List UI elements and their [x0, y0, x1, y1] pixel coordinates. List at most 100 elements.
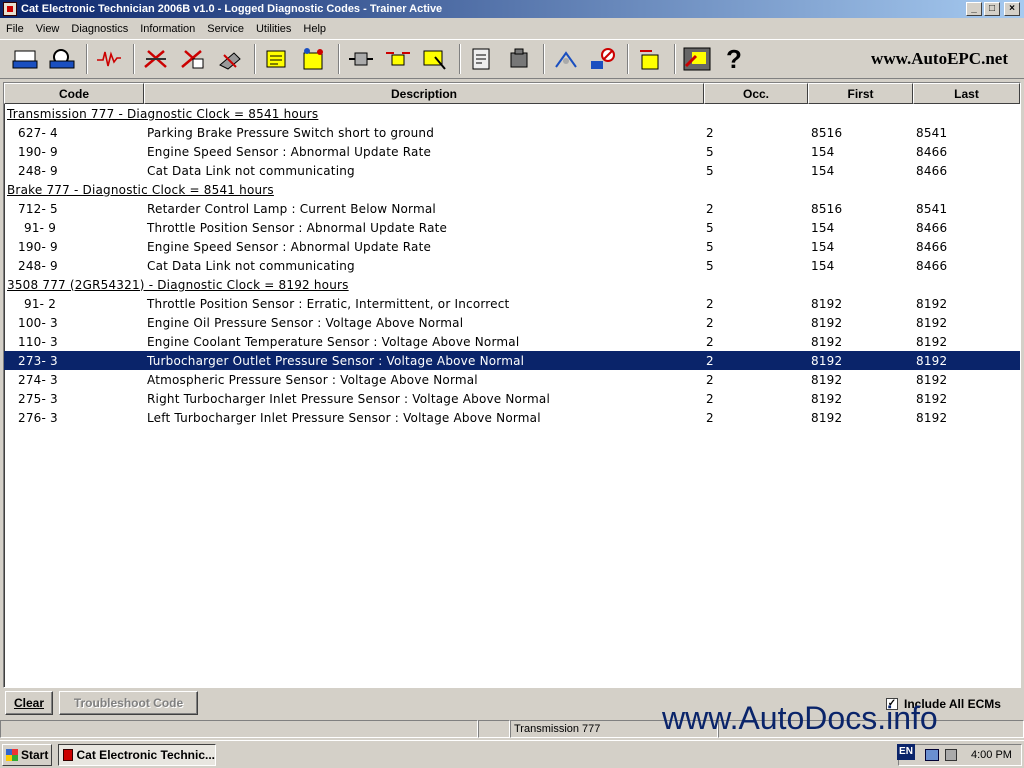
toolbar-separator: [627, 44, 629, 74]
diagnostic-tests-icon[interactable]: [344, 43, 378, 75]
watermark-text: www.AutoDocs.info: [662, 700, 938, 736]
occ-cell: 2: [706, 353, 714, 368]
task-label: Cat Electronic Technic...: [76, 747, 215, 762]
table-row[interactable]: 248- 9 Cat Data Link not communicating 5 15…: [4, 256, 1020, 275]
active-codes-icon[interactable]: [139, 43, 173, 75]
wiring-icon[interactable]: [549, 43, 583, 75]
status-pane-1: [0, 720, 478, 738]
description-cell: Right Turbocharger Inlet Pressure Sensor…: [147, 391, 550, 406]
table-row[interactable]: 100- 3 Engine Oil Pressure Sensor : Volta…: [4, 313, 1020, 332]
table-row[interactable]: 276- 3 Left Turbocharger Inlet Pressure S…: [4, 408, 1020, 427]
group-header: Brake 777 - Diagnostic Clock = 8541 hour…: [7, 182, 274, 197]
code-cell: 248- 9: [18, 258, 58, 273]
menu-view[interactable]: View: [30, 23, 66, 35]
override-icon[interactable]: [381, 43, 415, 75]
connect-icon[interactable]: [8, 43, 42, 75]
table-row[interactable]: 190- 9 Engine Speed Sensor : Abnormal Upd…: [4, 142, 1020, 161]
last-cell: 8466: [916, 220, 948, 235]
description-cell: Throttle Position Sensor : Abnormal Upda…: [147, 220, 448, 235]
toolbar: ? www.AutoEPC.net: [0, 39, 1024, 79]
first-cell: 8516: [811, 125, 843, 140]
first-cell: 8192: [811, 296, 843, 311]
first-cell: 154: [811, 163, 835, 178]
data-link-icon[interactable]: [633, 43, 667, 75]
table-row[interactable]: 91- 2 Throttle Position Sensor : Erratic,…: [4, 294, 1020, 313]
flash-icon[interactable]: [297, 43, 331, 75]
brand-text: www.AutoEPC.net: [871, 49, 1008, 68]
clear-button[interactable]: Clear: [5, 691, 53, 715]
header-description[interactable]: Description: [144, 83, 704, 104]
code-cell: 276- 3: [18, 410, 58, 425]
windows-logo-icon: [6, 748, 18, 761]
first-cell: 154: [811, 220, 835, 235]
maximize-button[interactable]: □: [984, 2, 1000, 16]
calibration-icon[interactable]: [418, 43, 452, 75]
occ-cell: 2: [706, 125, 714, 140]
menu-diagnostics[interactable]: Diagnostics: [65, 23, 134, 35]
toolbar-separator: [86, 44, 88, 74]
language-indicator[interactable]: EN: [897, 744, 915, 760]
code-cell: 275- 3: [18, 391, 58, 406]
last-cell: 8466: [916, 239, 948, 254]
volume-icon[interactable]: [945, 749, 957, 761]
description-cell: Left Turbocharger Inlet Pressure Sensor …: [147, 410, 541, 425]
header-last[interactable]: Last: [913, 83, 1020, 104]
status-graph-icon[interactable]: [92, 43, 126, 75]
description-cell: Retarder Control Lamp : Current Below No…: [147, 201, 436, 216]
disconnect-icon[interactable]: [680, 43, 714, 75]
occ-cell: 5: [706, 163, 714, 178]
last-cell: 8192: [916, 353, 948, 368]
table-row[interactable]: 248- 9 Cat Data Link not communicating 5 15…: [4, 161, 1020, 180]
clock[interactable]: 4:00 PM: [971, 749, 1012, 761]
menu-service[interactable]: Service: [201, 23, 250, 35]
last-cell: 8466: [916, 258, 948, 273]
machine-icon[interactable]: [502, 43, 536, 75]
menu-help[interactable]: Help: [297, 23, 332, 35]
table-row[interactable]: 190- 9 Engine Speed Sensor : Abnormal Upd…: [4, 237, 1020, 256]
table-row[interactable]: 627- 4 Parking Brake Pressure Switch shor…: [4, 123, 1020, 142]
taskbar-app-button[interactable]: Cat Electronic Technic...: [58, 743, 216, 766]
table-row[interactable]: 91- 9 Throttle Position Sensor : Abnormal…: [4, 218, 1020, 237]
occ-cell: 5: [706, 239, 714, 254]
last-cell: 8541: [916, 201, 948, 216]
help-icon[interactable]: ?: [717, 43, 751, 75]
last-cell: 8192: [916, 334, 948, 349]
stop-icon[interactable]: [586, 43, 620, 75]
occ-cell: 2: [706, 372, 714, 387]
start-label: Start: [21, 747, 49, 762]
menu-file[interactable]: File: [0, 23, 30, 35]
logged-codes-icon[interactable]: [176, 43, 210, 75]
description-cell: Cat Data Link not communicating: [147, 163, 355, 178]
title-bar: Cat Electronic Technician 2006B v1.0 - L…: [0, 0, 1024, 18]
events-icon[interactable]: [213, 43, 247, 75]
menu-utilities[interactable]: Utilities: [250, 23, 297, 35]
app-icon: [3, 2, 17, 16]
troubleshoot-code-button[interactable]: Troubleshoot Code: [59, 691, 198, 715]
configuration-icon[interactable]: [260, 43, 294, 75]
table-row[interactable]: 110- 3 Engine Coolant Temperature Sensor …: [4, 332, 1020, 351]
table-row-selected[interactable]: 273- 3 Turbocharger Outlet Pressure Senso…: [4, 351, 1020, 370]
report-icon[interactable]: [465, 43, 499, 75]
group-header: 3508 777 (2GR54321) - Diagnostic Clock =…: [7, 277, 349, 292]
network-icon[interactable]: [925, 749, 939, 761]
start-button[interactable]: Start: [2, 743, 52, 766]
ecm-summary-icon[interactable]: [45, 43, 79, 75]
menu-bar: File View Diagnostics Information Servic…: [0, 19, 1024, 38]
description-cell: Parking Brake Pressure Switch short to g…: [147, 125, 435, 140]
header-code[interactable]: Code: [4, 83, 144, 104]
occ-cell: 2: [706, 334, 714, 349]
header-first[interactable]: First: [808, 83, 913, 104]
table-row[interactable]: 712- 5 Retarder Control Lamp : Current Be…: [4, 199, 1020, 218]
table-row[interactable]: 274- 3 Atmospheric Pressure Sensor : Volt…: [4, 370, 1020, 389]
minimize-button[interactable]: _: [966, 2, 982, 16]
menu-information[interactable]: Information: [134, 23, 201, 35]
first-cell: 8516: [811, 201, 843, 216]
close-button[interactable]: ×: [1004, 2, 1020, 16]
code-cell: 712- 5: [18, 201, 58, 216]
last-cell: 8192: [916, 315, 948, 330]
code-cell: 190- 9: [18, 239, 58, 254]
last-cell: 8466: [916, 163, 948, 178]
description-cell: Engine Speed Sensor : Abnormal Update Ra…: [147, 239, 432, 254]
table-row[interactable]: 275- 3 Right Turbocharger Inlet Pressure …: [4, 389, 1020, 408]
header-occ[interactable]: Occ.: [704, 83, 808, 104]
